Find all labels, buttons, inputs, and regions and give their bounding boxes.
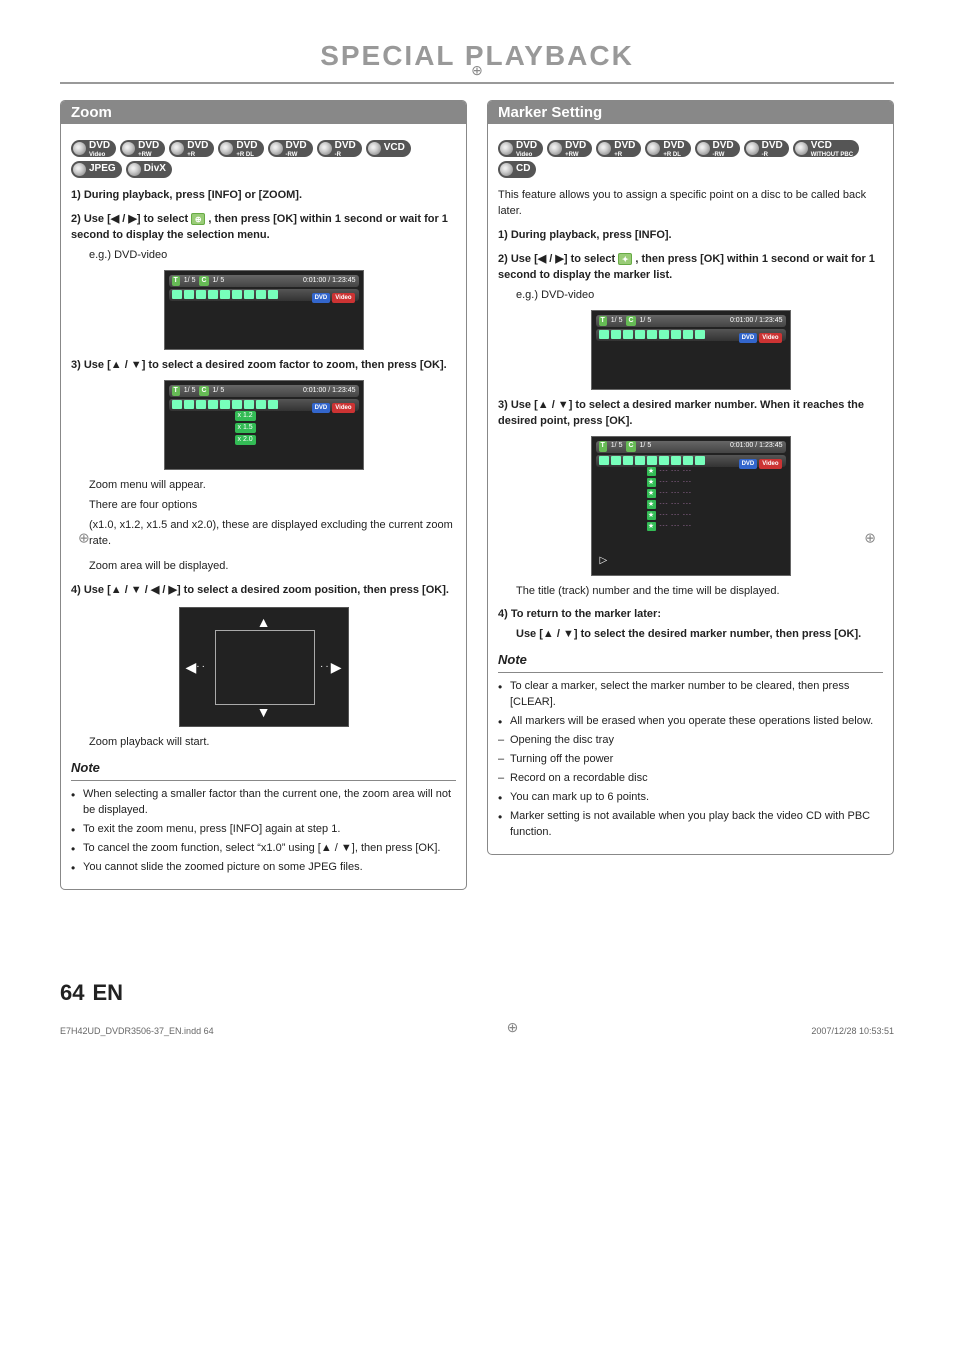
zoom-header: Zoom: [61, 101, 466, 124]
title-underline: [60, 82, 894, 84]
disc-badge: DVD+R: [169, 140, 214, 157]
disc-badge: DVD+R: [596, 140, 641, 157]
registration-mark-right-icon: ⊕: [864, 529, 876, 546]
zoom-badge-row: DVDVideoDVD+RWDVD+RDVD+R DL DVD-RWDVD-RVC…: [71, 140, 456, 178]
disc-badge: CD: [498, 161, 536, 178]
note-item: When selecting a smaller factor than the…: [71, 787, 456, 819]
zoom-notes-list: When selecting a smaller factor than the…: [71, 787, 456, 876]
marker-step1: 1) During playback, press [INFO].: [498, 228, 883, 244]
note-item: To clear a marker, select the marker num…: [498, 679, 883, 711]
marker-osd-screenshot-2: T 1/ 5 C 1/ 5 0:01:00 / 1:23:45 DVD Vide…: [591, 436, 791, 576]
disc-badge: DVD+R DL: [645, 140, 690, 157]
note-item: All markers will be erased when you oper…: [498, 714, 883, 730]
note-item: You can mark up to 6 points.: [498, 790, 883, 806]
zoom-title: Zoom: [71, 104, 112, 121]
two-column-layout: Zoom DVDVideoDVD+RWDVD+RDVD+R DLDVD-RWDV…: [60, 100, 894, 900]
note-item: Opening the disc tray: [498, 733, 883, 749]
marker-notes-list: To clear a marker, select the marker num…: [498, 679, 883, 840]
zoom-body: DVDVideoDVD+RWDVD+RDVD+R DL DVD-RWDVD-RVC…: [61, 124, 466, 889]
note-item: To cancel the zoom function, select “x1.…: [71, 841, 456, 857]
marker-step4: Use [▲ / ▼] to select the desired marker…: [498, 627, 883, 643]
marker-note-header: Note: [498, 651, 883, 673]
disc-badge: DVD+RW: [120, 140, 165, 157]
marker-eg-label: e.g.) DVD-video: [498, 288, 883, 304]
disc-badge: DVD-RW: [268, 140, 313, 157]
marker-slot-list: ★--- --- --- ★--- --- --- ★--- --- --- ★…: [647, 467, 692, 533]
disc-badge: JPEG: [71, 161, 122, 178]
note-item: You cannot slide the zoomed picture on s…: [71, 860, 456, 876]
zoom-eg-label: e.g.) DVD-video: [71, 248, 456, 264]
marker-step4-title: 4) To return to the marker later:: [498, 607, 883, 623]
registration-mark-left-icon: ⊕: [78, 529, 90, 546]
footer-date: 2007/12/28 10:53:51: [811, 1026, 894, 1036]
note-item: Turning off the power: [498, 752, 883, 768]
zoom-after4: Zoom playback will start.: [89, 735, 456, 751]
disc-badge: DVD+R DL: [218, 140, 263, 157]
marker-column: Marker Setting DVDVideoDVD+RWDVD+RDVD+R …: [487, 100, 894, 900]
registration-mark-top-icon: ⊕: [471, 62, 483, 79]
disc-badge: DVD-R: [744, 140, 789, 157]
disc-badge: DVDVideo: [498, 140, 543, 157]
disc-badge: VCDWITHOUT PBC: [793, 140, 859, 157]
zoom-section: Zoom DVDVideoDVD+RWDVD+RDVD+R DL DVD-RWDV…: [60, 100, 467, 890]
marker-body: DVDVideoDVD+RWDVD+RDVD+R DL DVD-RWDVD-RVC…: [488, 124, 893, 854]
marker-title: Marker Setting: [498, 104, 602, 121]
zoom-step3: 3) Use [▲ / ▼] to select a desired zoom …: [71, 358, 456, 374]
marker-intro: This feature allows you to assign a spec…: [498, 188, 883, 220]
disc-badge: DivX: [126, 161, 172, 178]
zoom-note-header: Note: [71, 759, 456, 781]
zoom-after3-2: There are four options: [89, 498, 456, 514]
marker-step3: 3) Use [▲ / ▼] to select a desired marke…: [498, 398, 883, 430]
zoom-step2: 2) Use [◀ / ▶] to select ⊕ , then press …: [71, 212, 456, 244]
marker-step2: 2) Use [◀ / ▶] to select ✦ , then press …: [498, 252, 883, 284]
zoom-column: Zoom DVDVideoDVD+RWDVD+RDVD+R DL DVD-RWDV…: [60, 100, 467, 900]
zoom-after3-4: Zoom area will be displayed.: [89, 559, 456, 575]
marker-after3: The title (track) number and the time wi…: [516, 584, 883, 600]
note-item: To exit the zoom menu, press [INFO] agai…: [71, 822, 456, 838]
zoom-step4: 4) Use [▲ / ▼ / ◀ / ▶] to select a desir…: [71, 583, 456, 599]
marker-header: Marker Setting: [488, 101, 893, 124]
footer-file: E7H42UD_DVDR3506-37_EN.indd 64: [60, 1026, 214, 1036]
arrow-right-icon: ··▶: [320, 657, 341, 677]
disc-badge: DVD-R: [317, 140, 362, 157]
zoom-step1: 1) During playback, press [INFO] or [ZOO…: [71, 188, 456, 204]
arrow-left-icon: ◀··: [186, 657, 207, 677]
disc-badge: DVD+RW: [547, 140, 592, 157]
play-icon: ▷: [600, 554, 608, 569]
marker-section: Marker Setting DVDVideoDVD+RWDVD+RDVD+R …: [487, 100, 894, 855]
marker-osd-screenshot-1: T 1/ 5 C 1/ 5 0:01:00 / 1:23:45 DVD Vide…: [591, 310, 791, 390]
zoom-position-diagram: ▲ ▼ ◀·· ··▶: [179, 607, 349, 727]
marker-badge-row: DVDVideoDVD+RWDVD+RDVD+R DL DVD-RWDVD-RVC…: [498, 140, 883, 178]
zoom-after3-3: (x1.0, x1.2, x1.5 and x2.0), these are d…: [89, 518, 456, 550]
disc-badge: DVD-RW: [695, 140, 740, 157]
disc-badge: VCD: [366, 140, 411, 157]
page-number: 64EN: [60, 980, 214, 1006]
note-item: Marker setting is not available when you…: [498, 809, 883, 841]
note-item: Record on a recordable disc: [498, 771, 883, 787]
zoom-osd-screenshot-2: T 1/ 5 C 1/ 5 0:01:00 / 1:23:45 DVD Vide…: [164, 380, 364, 470]
zoom-after3-1: Zoom menu will appear.: [89, 478, 456, 494]
disc-badge: DVDVideo: [71, 140, 116, 157]
registration-mark-bottom-icon: ⊕: [507, 1019, 519, 1036]
zoom-icon: ⊕: [191, 213, 205, 225]
page-footer: 64EN E7H42UD_DVDR3506-37_EN.indd 64 ⊕ 20…: [60, 980, 894, 1036]
zoom-osd-screenshot-1: T 1/ 5 C 1/ 5 0:01:00 / 1:23:45 DVD Vide…: [164, 270, 364, 350]
marker-icon: ✦: [618, 253, 632, 265]
